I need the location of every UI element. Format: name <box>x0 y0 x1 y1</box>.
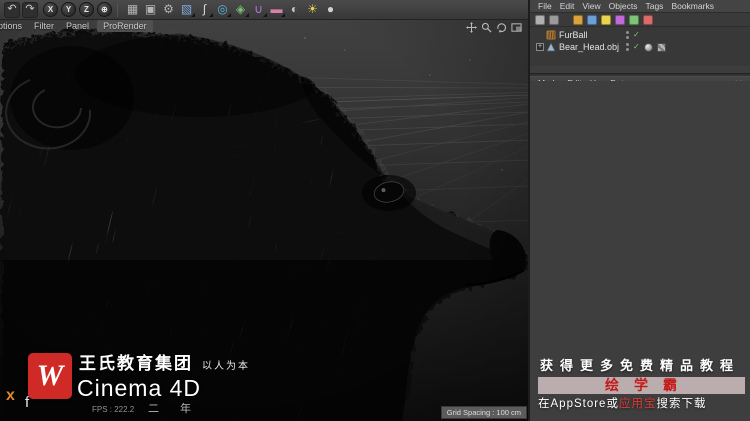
right-panel: File Edit View Objects Tags Bookmarks Fu… <box>528 0 750 421</box>
viewport-menubar: Options Filter Panel ProRender <box>0 20 153 33</box>
filter-icon[interactable] <box>535 14 545 25</box>
watermark-partial-text: x <box>6 387 15 404</box>
viewport-menu-panel[interactable]: Panel <box>60 20 95 33</box>
zoom-view-icon[interactable] <box>481 22 492 33</box>
viewport[interactable]: Options Filter Panel ProRender <box>0 20 528 421</box>
object-list: FurBall ✓ + Bear_Head.obj ✓ <box>530 27 750 66</box>
coordinate-system-button[interactable]: ⊕ <box>97 2 112 17</box>
watermark-brand-banner: 绘学霸 <box>538 377 745 394</box>
dropdown-corner-icon <box>209 13 213 17</box>
tag-filter-icon[interactable] <box>629 14 639 25</box>
axis-y-button[interactable]: Y <box>61 2 76 17</box>
enabled-check-icon[interactable]: ✓ <box>633 31 640 39</box>
add-cube-icon[interactable]: ▧ <box>178 1 195 18</box>
subdivision-surface-icon[interactable]: ◎ <box>214 1 231 18</box>
dropdown-corner-icon <box>263 13 267 17</box>
spline-pen-icon[interactable]: ∫ <box>196 1 213 18</box>
object-row-furball[interactable]: FurBall ✓ <box>530 29 750 41</box>
search-icon[interactable] <box>549 14 559 25</box>
cinema4d-window: ↶ ↷ X Y Z ⊕ ▦ ▣ ⚙ ▧ ∫ ◎ ◈ ∪ ▬ ◐ ☀ ● ptio… <box>0 0 750 421</box>
material-filter-icon[interactable] <box>615 14 625 25</box>
object-label[interactable]: FurBall <box>559 30 588 40</box>
dropdown-corner-icon <box>191 13 195 17</box>
fur-object-icon <box>546 30 556 40</box>
watermark-slogan: 以人为本 <box>202 361 250 372</box>
axis-z-button[interactable]: Z <box>79 2 94 17</box>
dropdown-corner-icon <box>227 13 231 17</box>
render-picture-viewer-icon[interactable]: ▣ <box>142 1 159 18</box>
deformer-icon[interactable]: ∪ <box>250 1 267 18</box>
redo-icon[interactable]: ↷ <box>22 1 38 18</box>
polygon-object-icon <box>546 42 556 52</box>
brand-logo: W <box>28 353 72 399</box>
watermark-company: 王氏教育集团 <box>79 354 193 373</box>
layer-filter-icon[interactable] <box>643 14 653 25</box>
material-icon[interactable]: ● <box>322 1 339 18</box>
grid-spacing-label: Grid Spacing : 100 cm <box>440 406 527 419</box>
om-menu-file[interactable]: File <box>534 0 556 12</box>
watermark-promo-line: 获得更多免费精品教程 <box>540 358 741 373</box>
pan-view-icon[interactable] <box>466 22 477 33</box>
environment-icon[interactable]: ▬ <box>268 1 285 18</box>
object-row-bear-head[interactable]: + Bear_Head.obj ✓ <box>530 41 750 53</box>
object-controls: ✓ <box>626 42 666 52</box>
expand-toggle-icon[interactable]: + <box>536 43 544 51</box>
enabled-check-icon[interactable]: ✓ <box>633 43 640 51</box>
watermark-download-line: 在AppStore或应用宝搜索下载 <box>538 398 707 410</box>
om-menu-tags[interactable]: Tags <box>641 0 667 12</box>
om-menu-edit[interactable]: Edit <box>556 0 579 12</box>
light-icon[interactable]: ☀ <box>304 1 321 18</box>
phong-tag-icon[interactable] <box>643 42 653 52</box>
om-menu-bookmarks[interactable]: Bookmarks <box>667 0 718 12</box>
object-label[interactable]: Bear_Head.obj <box>559 42 619 52</box>
axis-x-button[interactable]: X <box>43 2 58 17</box>
appstore-highlight: 应用宝 <box>618 398 657 410</box>
main-toolbar: ↶ ↷ X Y Z ⊕ ▦ ▣ ⚙ ▧ ∫ ◎ ◈ ∪ ▬ ◐ ☀ ● <box>0 0 528 20</box>
watermark-partial-year: 二 年 <box>148 403 201 415</box>
cube-filter-icon[interactable] <box>573 14 583 25</box>
object-manager-toolbar <box>530 12 750 27</box>
rotate-view-icon[interactable] <box>496 22 507 33</box>
dropdown-corner-icon <box>281 13 285 17</box>
toolbar-separator <box>117 2 118 17</box>
dropdown-corner-icon <box>245 13 249 17</box>
visibility-dots-icon[interactable] <box>626 43 629 51</box>
visibility-dots-icon[interactable] <box>626 31 629 39</box>
uvw-tag-icon[interactable] <box>656 42 666 52</box>
render-view-icon[interactable]: ▦ <box>124 1 141 18</box>
om-menu-view[interactable]: View <box>578 0 604 12</box>
viewport-menu-prorender[interactable]: ProRender <box>97 20 153 32</box>
camera-icon[interactable]: ◐ <box>286 1 303 18</box>
fps-counter: FPS : 222.2 <box>92 405 135 414</box>
render-settings-icon[interactable]: ⚙ <box>160 1 177 18</box>
toggle-view-icon[interactable] <box>511 22 522 33</box>
extrude-icon[interactable]: ◈ <box>232 1 249 18</box>
object-controls: ✓ <box>626 31 640 39</box>
om-menu-objects[interactable]: Objects <box>605 0 642 12</box>
light-filter-icon[interactable] <box>601 14 611 25</box>
viewport-menu-filter[interactable]: Filter <box>28 20 60 33</box>
undo-icon[interactable]: ↶ <box>4 1 20 18</box>
camera-filter-icon[interactable] <box>587 14 597 25</box>
object-manager-menubar: File Edit View Objects Tags Bookmarks <box>530 0 750 12</box>
viewport-nav-icons <box>466 22 522 33</box>
watermark-software: Cinema 4D <box>77 375 202 401</box>
viewport-menu-options[interactable]: Options <box>0 20 28 33</box>
